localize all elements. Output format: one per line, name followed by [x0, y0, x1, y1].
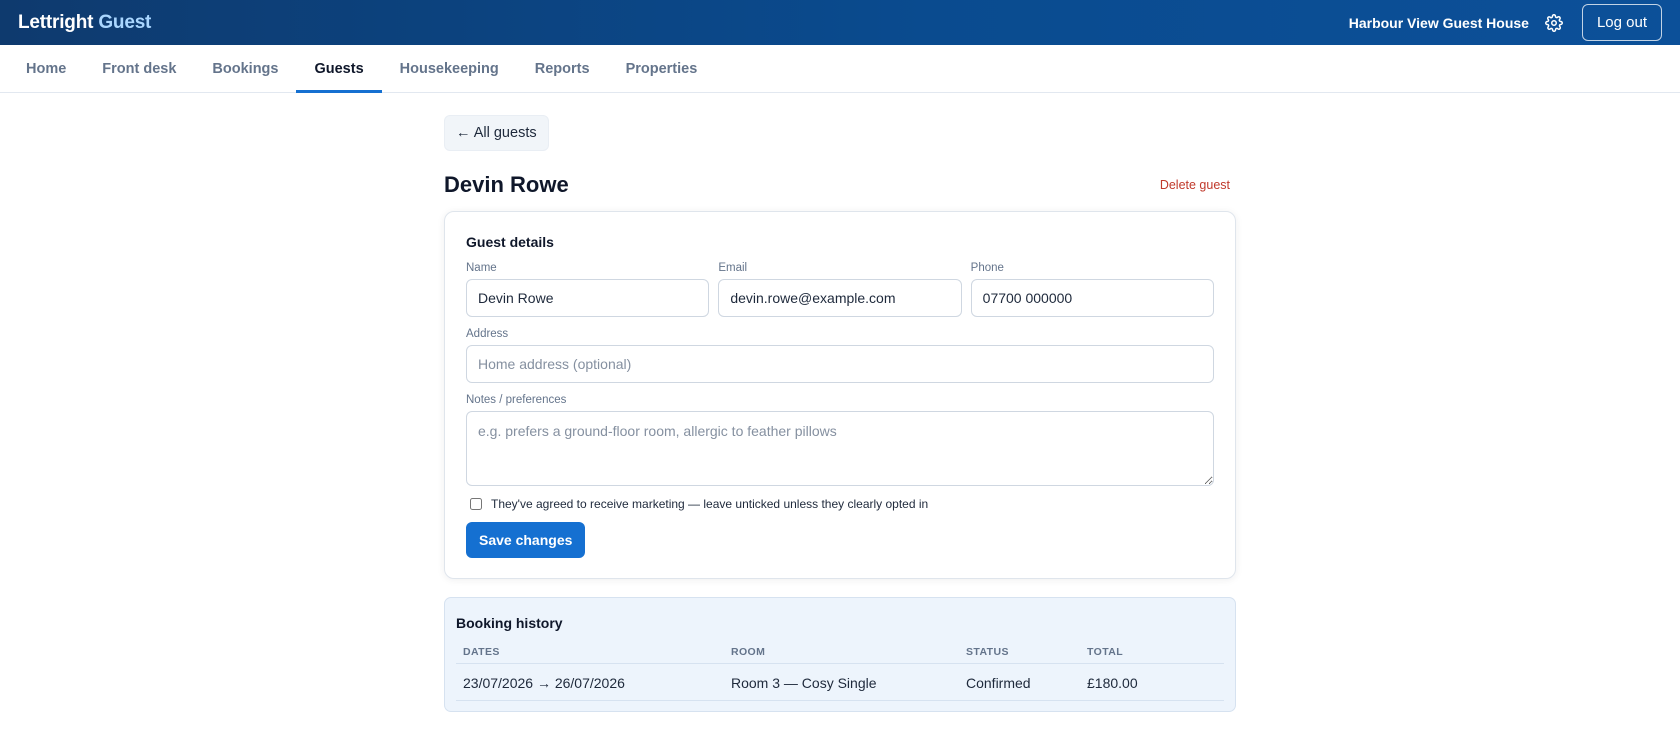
tab-home[interactable]: Home — [8, 45, 84, 92]
booking-history-title: Booking history — [456, 615, 563, 631]
title-row: Devin Rowe Delete guest — [444, 170, 1236, 200]
booking-total: £180.00 — [1080, 663, 1224, 701]
tab-front-desk[interactable]: Front desk — [84, 45, 194, 92]
main-nav: Home Front desk Bookings Guests Housekee… — [0, 45, 1680, 93]
tab-guests[interactable]: Guests — [296, 45, 382, 93]
table-header-row: DATES ROOM STATUS TOTAL — [456, 640, 1224, 664]
phone-label: Phone — [970, 262, 1004, 274]
marketing-consent-checkbox[interactable] — [470, 498, 482, 510]
name-field-group: Name — [466, 262, 710, 317]
notes-textarea[interactable] — [466, 411, 1214, 486]
tab-bookings[interactable]: Bookings — [194, 45, 296, 92]
column-header-room: ROOM — [724, 640, 959, 664]
tab-properties[interactable]: Properties — [608, 45, 716, 92]
brand-accent: Guest — [98, 11, 152, 33]
column-header-status: STATUS — [959, 640, 1080, 664]
booking-history-panel: Booking history DATES ROOM STATUS TOTAL … — [444, 597, 1236, 712]
booking-history-table: DATES ROOM STATUS TOTAL 23/07/2026 → 26/… — [456, 640, 1224, 701]
notes-field-group: Notes / preferences — [466, 394, 1214, 486]
address-input[interactable] — [466, 345, 1214, 383]
phone-field-group: Phone — [970, 262, 1214, 317]
page-title: Devin Rowe — [444, 172, 569, 197]
booking-status: Confirmed — [959, 663, 1080, 701]
name-input[interactable] — [466, 279, 710, 317]
email-input[interactable] — [718, 279, 962, 317]
notes-label: Notes / preferences — [466, 394, 567, 406]
name-label: Name — [466, 262, 497, 274]
guest-details-card: Guest details Name Email Phone Address N… — [444, 211, 1236, 579]
brand-name: Lettright — [18, 11, 94, 33]
guest-detail: ← All guests Devin Rowe Delete guest Gue… — [444, 115, 1236, 712]
column-header-dates: DATES — [456, 640, 724, 664]
brand-logo[interactable]: Lettright Guest — [18, 12, 151, 34]
logout-button[interactable]: Log out — [1581, 4, 1662, 41]
phone-input[interactable] — [970, 279, 1214, 317]
gear-icon[interactable] — [1543, 12, 1565, 34]
contact-fields-row: Name Email Phone — [466, 262, 1214, 317]
email-label: Email — [718, 262, 748, 274]
tab-reports[interactable]: Reports — [517, 45, 608, 92]
property-name: Harbour View Guest House — [1348, 14, 1529, 31]
tab-housekeeping[interactable]: Housekeeping — [382, 45, 517, 92]
save-changes-button[interactable]: Save changes — [466, 522, 586, 558]
marketing-consent-label[interactable]: They've agreed to receive marketing — le… — [491, 497, 928, 511]
topbar-right: Harbour View Guest House Log out — [1349, 4, 1662, 41]
marketing-consent-row: They've agreed to receive marketing — le… — [466, 497, 1214, 511]
booking-room: Room 3 — Cosy Single — [724, 663, 959, 701]
delete-guest-link[interactable]: Delete guest — [1160, 178, 1230, 192]
email-field-group: Email — [718, 262, 962, 317]
back-to-guests-button[interactable]: ← All guests — [444, 115, 549, 151]
address-label: Address — [466, 328, 509, 340]
top-bar: Lettright Guest Harbour View Guest House… — [0, 0, 1680, 45]
address-field-group: Address — [466, 328, 1214, 383]
guest-details-title: Guest details — [466, 234, 554, 250]
booking-dates: 23/07/2026 → 26/07/2026 — [456, 663, 724, 701]
table-row[interactable]: 23/07/2026 → 26/07/2026 Room 3 — Cosy Si… — [456, 663, 1224, 701]
column-header-total: TOTAL — [1080, 640, 1224, 664]
